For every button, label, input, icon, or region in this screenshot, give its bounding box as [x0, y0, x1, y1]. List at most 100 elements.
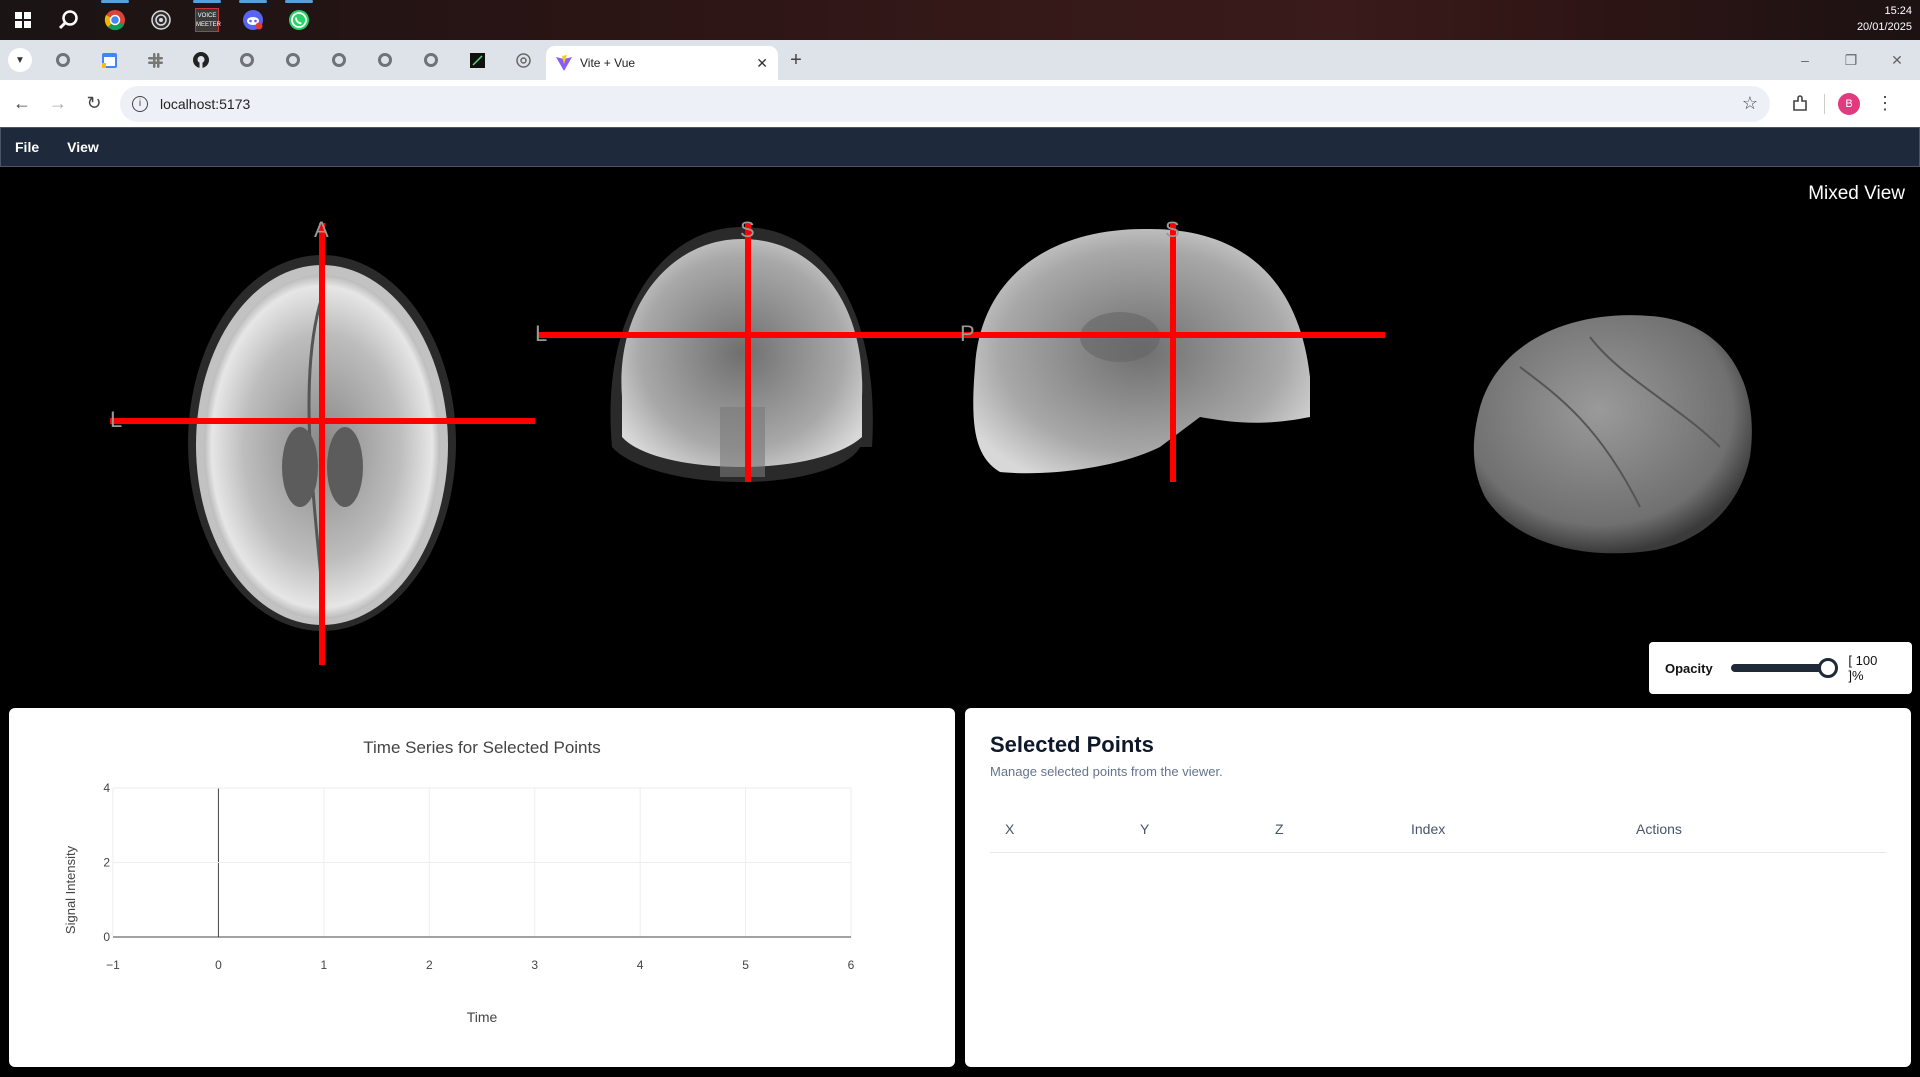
extensions-icon[interactable] — [1782, 86, 1818, 122]
x-tick-label: 4 — [637, 958, 644, 972]
tab-openai[interactable] — [500, 40, 546, 80]
selected-points-table-header: X Y Z Index Actions — [990, 809, 1886, 853]
globe-icon — [56, 53, 70, 67]
slack-icon — [147, 52, 163, 68]
menu-bar: File View — [0, 127, 1920, 167]
column-header-z[interactable]: Z — [1275, 821, 1284, 837]
selected-points-title: Selected Points — [990, 732, 1154, 757]
tab-globe[interactable] — [408, 40, 454, 80]
y-tick-label: 4 — [103, 781, 110, 795]
reload-icon[interactable]: ↻ — [76, 86, 112, 122]
tab-search-chevron-icon[interactable]: ▼ — [0, 40, 40, 80]
column-header-x[interactable]: X — [1005, 821, 1014, 837]
tab-globe[interactable] — [224, 40, 270, 80]
google-calendar-icon — [101, 52, 117, 68]
obs-icon[interactable] — [138, 0, 184, 40]
search-icon[interactable] — [46, 0, 92, 40]
chart-ticks: −1 0 1 2 3 4 5 6 0 2 4 — [103, 781, 854, 972]
profile-button[interactable]: B — [1831, 86, 1867, 122]
chart-grid — [112, 787, 852, 938]
sagittal-slice[interactable] — [973, 228, 1310, 474]
app-root: File View A L S L S P Mixed View Opacity… — [0, 127, 1920, 1077]
view-mode-label: Mixed View — [1808, 183, 1905, 204]
whatsapp-icon[interactable] — [276, 0, 322, 40]
chart-title: Time Series for Selected Points — [363, 738, 600, 757]
tab-globe[interactable] — [40, 40, 86, 80]
opacity-value: [ 100 ]% — [1848, 653, 1878, 683]
x-tick-label: 6 — [848, 958, 855, 972]
opacity-control: Opacity [ 100 ]% — [1649, 642, 1912, 694]
x-tick-label: 0 — [215, 958, 222, 972]
back-arrow-icon[interactable]: ← — [4, 86, 40, 122]
selected-points-subtitle: Manage selected points from the viewer. — [990, 764, 1223, 779]
column-header-y[interactable]: Y — [1140, 821, 1149, 837]
tab-github[interactable] — [178, 40, 224, 80]
vite-logo-icon — [556, 55, 572, 71]
avatar: B — [1838, 92, 1860, 115]
openai-icon — [515, 52, 531, 68]
minimize-icon[interactable]: – — [1782, 40, 1828, 80]
tab-terminal[interactable] — [454, 40, 500, 80]
y-tick-label: 2 — [103, 856, 110, 870]
tab-globe[interactable] — [362, 40, 408, 80]
globe-icon — [240, 53, 254, 67]
x-tick-label: −1 — [106, 958, 120, 972]
github-icon — [193, 52, 209, 68]
url-input[interactable]: i localhost:5173 ☆ — [120, 85, 1770, 122]
browser-menu-icon[interactable]: ⋮ — [1867, 86, 1903, 122]
voicemeeter-icon[interactable]: VOICE MEETER — [184, 0, 230, 40]
globe-icon — [424, 53, 438, 67]
orientation-label-axial-top: A — [314, 217, 329, 242]
clock-time: 15:24 — [1884, 5, 1912, 17]
taskbar: VOICE MEETER 15:24 20/01/2025 — [0, 0, 1920, 40]
globe-icon — [378, 53, 392, 67]
opacity-slider[interactable] — [1730, 658, 1839, 678]
selected-points-card: Selected Points Manage selected points f… — [965, 708, 1911, 1067]
menu-file[interactable]: File — [15, 139, 39, 155]
3d-brain-render[interactable] — [1473, 315, 1752, 554]
orientation-label-sagittal-top: S — [1165, 217, 1180, 242]
tab-slack[interactable] — [132, 40, 178, 80]
active-tab[interactable]: Vite + Vue ✕ — [546, 46, 778, 80]
x-tick-label: 2 — [426, 958, 433, 972]
globe-icon — [286, 53, 300, 67]
tab-globe[interactable] — [316, 40, 362, 80]
new-tab-button[interactable]: + — [778, 42, 814, 78]
system-clock[interactable]: 15:24 20/01/2025 — [1857, 3, 1912, 35]
discord-icon[interactable] — [230, 0, 276, 40]
orientation-label-sagittal-left: P — [960, 321, 975, 346]
windows-start-icon[interactable] — [0, 0, 46, 40]
opacity-slider-handle[interactable] — [1818, 658, 1839, 678]
coronal-slice[interactable] — [610, 227, 873, 482]
time-series-chart-card: Time Series for Selected Points −1 0 1 2 3 4 5… — [9, 708, 955, 1067]
bookmark-star-icon[interactable]: ☆ — [1742, 93, 1758, 114]
forward-arrow-icon[interactable]: → — [40, 86, 76, 122]
column-header-index[interactable]: Index — [1411, 821, 1445, 837]
column-header-actions[interactable]: Actions — [1636, 821, 1682, 837]
chrome-icon[interactable] — [92, 0, 138, 40]
browser-tab-strip: ▼ Vite + Vue ✕ + – ❐ ✕ — [0, 40, 1920, 80]
orientation-label-coronal-top: S — [740, 217, 755, 242]
close-window-icon[interactable]: ✕ — [1874, 40, 1920, 80]
y-tick-label: 0 — [103, 930, 110, 944]
menu-view[interactable]: View — [67, 139, 99, 155]
time-series-chart[interactable]: Time Series for Selected Points −1 0 1 2 3 4 5… — [9, 708, 955, 1067]
x-tick-label: 3 — [531, 958, 538, 972]
close-tab-icon[interactable]: ✕ — [756, 55, 768, 72]
x-tick-label: 5 — [742, 958, 749, 972]
x-axis-label: Time — [467, 1009, 498, 1025]
orientation-label-coronal-left: L — [535, 321, 548, 346]
x-tick-label: 1 — [321, 958, 328, 972]
y-axis-label: Signal Intensity — [63, 845, 78, 934]
tab-calendar[interactable] — [86, 40, 132, 80]
active-tab-title: Vite + Vue — [580, 56, 636, 70]
orientation-label-axial-left: L — [110, 407, 123, 432]
restore-icon[interactable]: ❐ — [1828, 40, 1874, 80]
site-info-icon[interactable]: i — [132, 95, 148, 112]
clock-date: 20/01/2025 — [1856, 21, 1912, 33]
address-bar: ← → ↻ i localhost:5173 ☆ B ⋮ — [0, 80, 1920, 127]
tab-globe[interactable] — [270, 40, 316, 80]
globe-icon — [332, 53, 346, 67]
url-text: localhost:5173 — [160, 95, 251, 112]
opacity-label: Opacity — [1665, 660, 1713, 676]
